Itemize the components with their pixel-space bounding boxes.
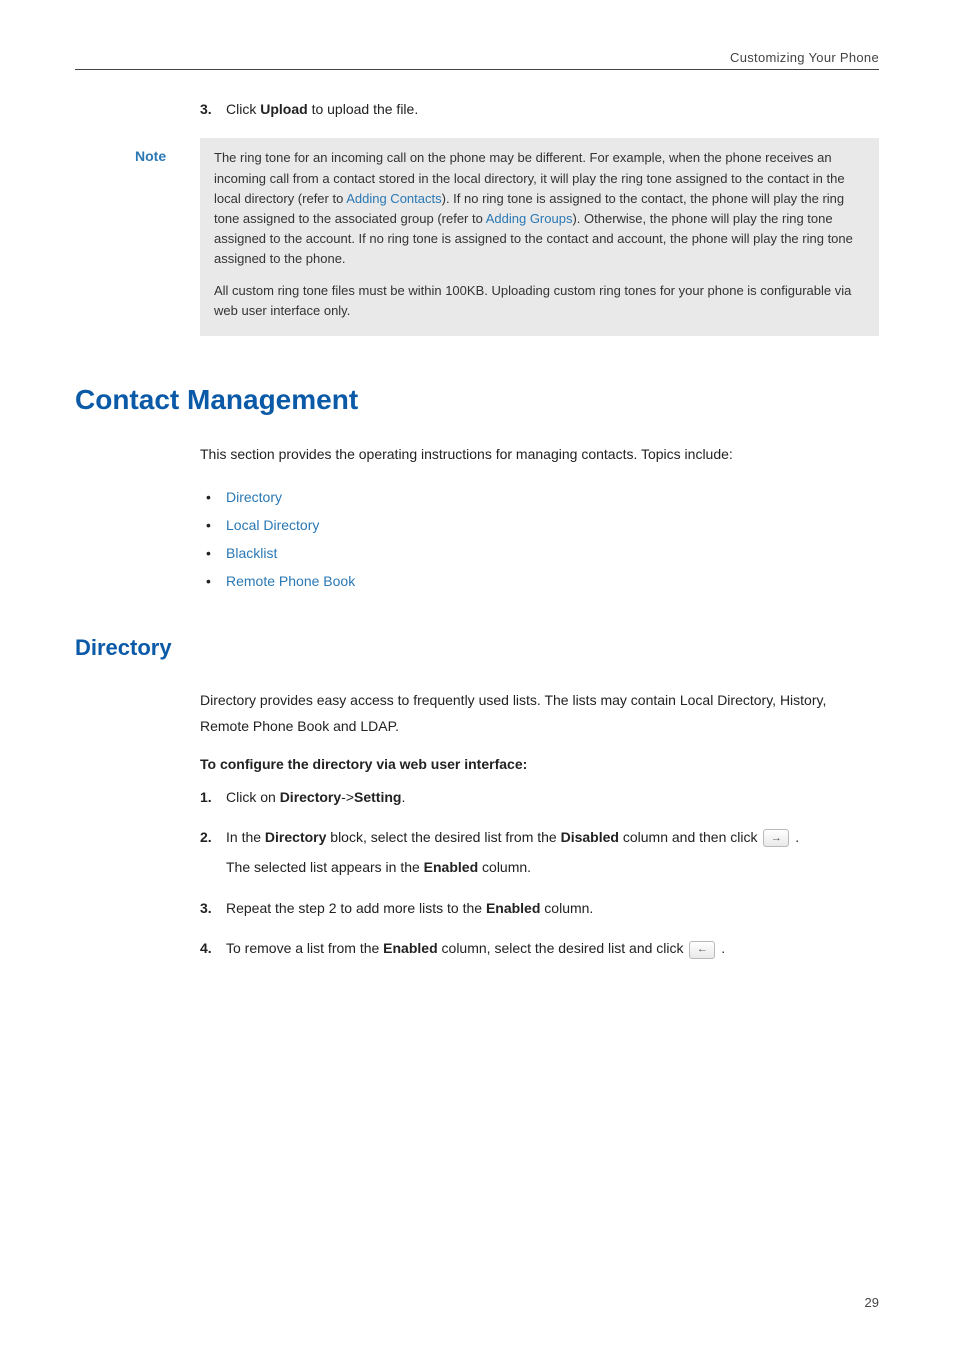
section-title-contact-management: Contact Management [75, 384, 879, 416]
link-adding-contacts[interactable]: Adding Contacts [346, 191, 441, 206]
enabled-label: Enabled [486, 900, 540, 916]
upload-label: Upload [260, 101, 307, 117]
directory-label: Directory [280, 789, 341, 805]
list-number: 1. [200, 786, 226, 808]
list-body: Click on Directory->Setting. [226, 786, 879, 808]
link-adding-groups[interactable]: Adding Groups [486, 211, 573, 226]
text: block, select the desired list from the [326, 829, 560, 845]
note-label: Note [135, 138, 200, 335]
directory-paragraph: Directory provides easy access to freque… [200, 687, 879, 740]
list-number: 3. [200, 98, 226, 120]
text: . [717, 940, 725, 956]
disabled-label: Disabled [561, 829, 619, 845]
text: to upload the file. [308, 101, 419, 117]
directory-label: Directory [265, 829, 326, 845]
text: column. [540, 900, 593, 916]
link-local-directory[interactable]: Local Directory [226, 517, 319, 533]
breadcrumb: Customizing Your Phone [730, 50, 879, 65]
list-body: In the Directory block, select the desir… [226, 826, 879, 879]
setting-label: Setting [354, 789, 401, 805]
list-number: 2. [200, 826, 226, 879]
note-paragraph-2: All custom ring tone files must be withi… [214, 281, 865, 321]
text: column and then click [619, 829, 761, 845]
step-2: 2. In the Directory block, select the de… [200, 826, 879, 879]
text: To remove a list from the [226, 940, 383, 956]
link-remote-phone-book[interactable]: Remote Phone Book [226, 573, 355, 589]
list-item: Directory [200, 483, 879, 511]
enabled-label: Enabled [383, 940, 437, 956]
note-block: Note The ring tone for an incoming call … [135, 138, 879, 335]
list-item: Local Directory [200, 511, 879, 539]
arrow-right-icon: → [763, 829, 789, 847]
step-4: 4. To remove a list from the Enabled col… [200, 937, 879, 959]
step-1: 1. Click on Directory->Setting. [200, 786, 879, 808]
note-body: The ring tone for an incoming call on th… [200, 138, 879, 335]
text: Repeat the step 2 to add more lists to t… [226, 900, 486, 916]
list-number: 4. [200, 937, 226, 959]
text: column. [478, 859, 531, 875]
link-directory[interactable]: Directory [226, 489, 282, 505]
list-body: Repeat the step 2 to add more lists to t… [226, 897, 879, 919]
step-3: 3. Repeat the step 2 to add more lists t… [200, 897, 879, 919]
subsection-title-directory: Directory [75, 635, 879, 661]
list-body: To remove a list from the Enabled column… [226, 937, 879, 959]
list-number: 3. [200, 897, 226, 919]
text: column, select the desired list and clic… [438, 940, 688, 956]
text: In the [226, 829, 265, 845]
section-intro: This section provides the operating inst… [200, 444, 879, 465]
enabled-label: Enabled [424, 859, 478, 875]
upload-step: 3. Click Upload to upload the file. [200, 98, 879, 120]
text: The selected list appears in the [226, 859, 424, 875]
list-body: Click Upload to upload the file. [226, 98, 879, 120]
arrow-left-icon: ← [689, 941, 715, 959]
text: Click [226, 101, 260, 117]
page-number: 29 [865, 1295, 879, 1310]
page-header: Customizing Your Phone [75, 50, 879, 70]
procedure-heading: To configure the directory via web user … [200, 756, 879, 772]
text: Click on [226, 789, 280, 805]
link-blacklist[interactable]: Blacklist [226, 545, 277, 561]
text: -> [341, 789, 354, 805]
text: . [791, 829, 799, 845]
list-item: Blacklist [200, 539, 879, 567]
text: . [401, 789, 405, 805]
topics-list: Directory Local Directory Blacklist Remo… [200, 483, 879, 595]
list-item: Remote Phone Book [200, 567, 879, 595]
